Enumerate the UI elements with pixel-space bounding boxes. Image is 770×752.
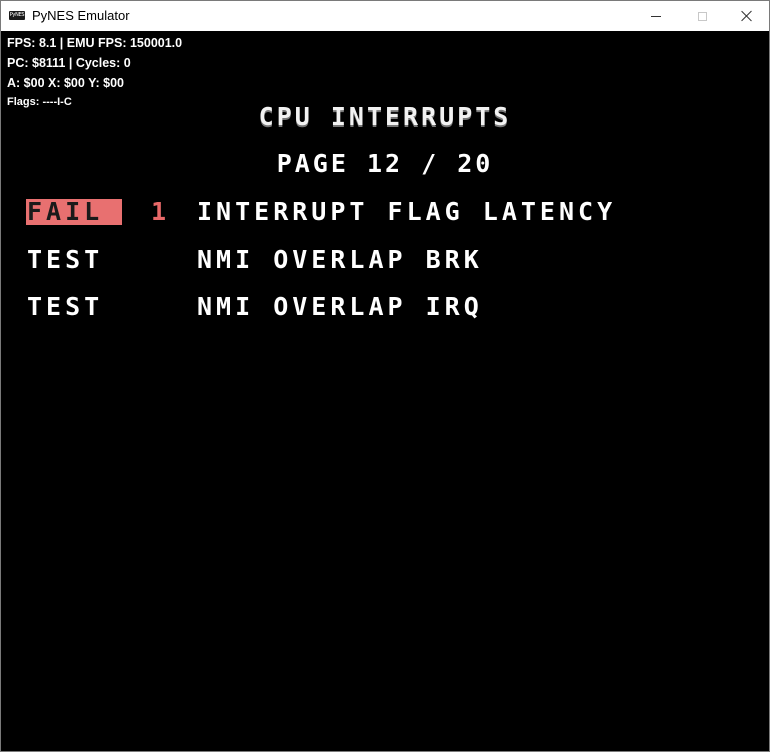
- pc-readout: PC: $8111 | Cycles: 0: [7, 56, 131, 70]
- test-row: TEST NMI OVERLAP BRK: [27, 246, 479, 274]
- status-badge-fail: FAIL: [26, 199, 122, 225]
- failure-code: 1: [151, 197, 167, 226]
- minimize-icon: [651, 15, 661, 17]
- test-suite-header: CPU INTERRUPTS: [258, 102, 512, 131]
- test-description: NMI OVERLAP IRQ: [197, 292, 483, 321]
- test-row: TEST NMI OVERLAP IRQ: [27, 293, 479, 321]
- emulator-window: PyNES PyNES Emulator FPS: 8.1 | EMU FPS:…: [0, 0, 770, 752]
- page-indicator: PAGE 12 / 20: [276, 149, 494, 178]
- app-icon: PyNES: [9, 11, 25, 20]
- test-description: INTERRUPT FLAG LATENCY: [197, 197, 617, 226]
- emulator-screen[interactable]: FPS: 8.1 | EMU FPS: 150001.0 PC: $8111 |…: [1, 31, 769, 751]
- test-description: NMI OVERLAP BRK: [197, 245, 483, 274]
- status-badge: TEST: [27, 245, 104, 274]
- status-badge: TEST: [27, 292, 104, 321]
- minimize-button[interactable]: [633, 1, 679, 31]
- close-icon: [741, 10, 753, 22]
- title-bar[interactable]: PyNES PyNES Emulator: [1, 1, 769, 31]
- maximize-button[interactable]: [679, 1, 725, 31]
- close-button[interactable]: [724, 1, 770, 31]
- maximize-icon: [697, 11, 707, 21]
- registers-readout: A: $00 X: $00 Y: $00: [7, 76, 124, 90]
- fps-readout: FPS: 8.1 | EMU FPS: 150001.0: [7, 36, 183, 50]
- test-row: FAIL 1 INTERRUPT FLAG LATENCY: [26, 198, 612, 226]
- window-title: PyNES Emulator: [32, 8, 130, 23]
